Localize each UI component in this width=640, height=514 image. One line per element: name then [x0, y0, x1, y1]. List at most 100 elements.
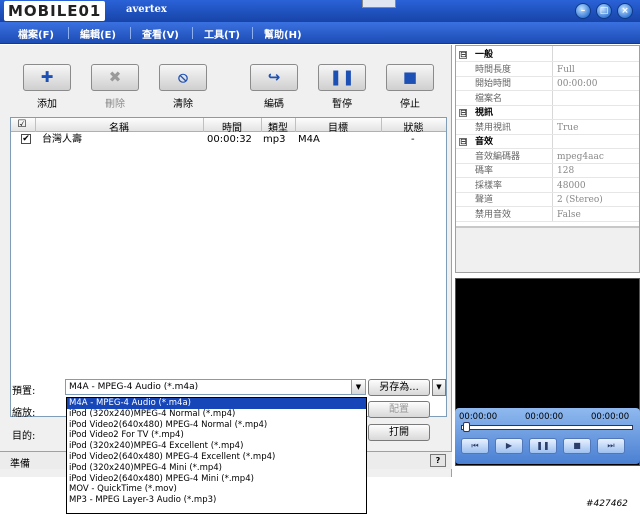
collapse-icon[interactable]: ⊟	[459, 109, 467, 117]
header-target[interactable]: 目標	[295, 119, 381, 134]
property-row[interactable]: 檔案名	[456, 92, 639, 106]
property-row[interactable]: 採樣率 48000	[456, 179, 639, 193]
pause-icon: ❚❚	[329, 68, 355, 86]
stop-label: 停止	[400, 99, 420, 110]
restore-icon[interactable]: □	[596, 3, 612, 19]
property-group[interactable]: ⊟ 音效	[456, 135, 639, 149]
dropdown-option[interactable]: MP3 - MPEG Layer-3 Audio (*.mp3)	[67, 495, 366, 506]
property-row[interactable]: 禁用視訊 True	[456, 121, 639, 135]
pause-icon[interactable]: ❚❚	[529, 438, 557, 454]
chevron-down-icon[interactable]: ▼	[351, 380, 365, 394]
file-list[interactable]: ☑ 名稱 時間 類型 目標 狀態 ✔ 台灣人壽 00:00:32 mp3 M4A…	[10, 117, 447, 417]
zoom-label: 縮放:	[12, 408, 36, 419]
help-icon[interactable]: ?	[430, 454, 446, 467]
dropdown-option[interactable]: M4A - MPEG-4 Audio (*.m4a)	[67, 398, 366, 409]
header-name[interactable]: 名稱	[35, 119, 203, 134]
header-check[interactable]: ☑	[15, 119, 29, 130]
property-value[interactable]: False	[557, 208, 581, 222]
dropdown-option[interactable]: iPod (320x240)MPEG-4 Normal (*.mp4)	[67, 409, 366, 420]
preset-label: 預置:	[12, 386, 36, 397]
clear-button[interactable]: ⦸	[159, 64, 207, 91]
clear-label: 清除	[173, 99, 193, 110]
properties-panel: ⊟ 一般時間長度 Full 開始時間 00:00:00 檔案名 ⊟ 視訊禁用視訊 True ⊟ 音效…	[455, 45, 640, 273]
property-row[interactable]: 聲道 2 (Stereo)	[456, 193, 639, 207]
property-value[interactable]: True	[557, 121, 578, 135]
row-type: mp3	[263, 134, 286, 145]
encode-label: 編碼	[264, 99, 284, 110]
property-row[interactable]: 時間長度 Full	[456, 63, 639, 77]
title-notch	[362, 0, 396, 8]
stop-icon: ■	[402, 68, 418, 86]
watermark: #427462	[586, 499, 628, 509]
stop-icon[interactable]: ■	[563, 438, 591, 454]
dropdown-option[interactable]: iPod Video2(640x480) MPEG-4 Mini (*.mp4)	[67, 474, 366, 485]
minimize-icon[interactable]: –	[575, 3, 591, 19]
header-type[interactable]: 類型	[261, 119, 295, 134]
dropdown-option[interactable]: MOV - QuickTime (*.mov)	[67, 484, 366, 495]
property-key: 檔案名	[475, 93, 503, 104]
property-value[interactable]: 48000	[557, 179, 586, 193]
collapse-icon[interactable]: ⊟	[459, 138, 467, 146]
table-row[interactable]: ✔ 台灣人壽 00:00:32 mp3 M4A -	[11, 133, 446, 146]
config-button[interactable]: 配置	[368, 401, 430, 418]
property-value[interactable]: Full	[557, 63, 575, 77]
dropdown-option[interactable]: iPod (320x240)MPEG-4 Mini (*.mp4)	[67, 463, 366, 474]
pause-label: 暫停	[332, 99, 352, 110]
time-start: 00:00:00	[459, 412, 498, 422]
property-key: 音效	[475, 137, 494, 147]
dropdown-option[interactable]: iPod (320x240)MPEG-4 Excellent (*.mp4)	[67, 441, 366, 452]
property-key: 視訊	[475, 108, 494, 118]
pause-button[interactable]: ❚❚	[318, 64, 366, 91]
property-key: 採樣率	[475, 180, 503, 191]
dropdown-option[interactable]: iPod Video2(640x480) MPEG-4 Excellent (*…	[67, 452, 366, 463]
property-key: 開始時間	[475, 79, 512, 89]
title-bar: MOBILE01 avertex – □ ×	[0, 0, 640, 22]
menu-view[interactable]: 查看(V)	[142, 26, 179, 41]
target-label: 目的:	[12, 431, 36, 442]
menu-tools[interactable]: 工具(T)	[204, 26, 240, 41]
property-key: 音效編碼器	[475, 151, 521, 162]
play-icon[interactable]: ▶	[495, 438, 523, 454]
close-icon[interactable]: ×	[617, 3, 633, 19]
dropdown-option[interactable]: iPod Video2 For TV (*.mp4)	[67, 430, 366, 441]
menu-separator	[68, 27, 69, 39]
previous-icon[interactable]: ⏮	[461, 438, 489, 454]
property-row[interactable]: 碼率 128	[456, 164, 639, 178]
encode-button[interactable]: ↪	[250, 64, 298, 91]
next-icon[interactable]: ⏭	[597, 438, 625, 454]
preset-select[interactable]: M4A - MPEG-4 Audio (*.m4a) ▼	[65, 379, 366, 395]
menu-help[interactable]: 幫助(H)	[264, 26, 302, 41]
add-button[interactable]: ✚	[23, 64, 71, 91]
preset-dropdown-list[interactable]: M4A - MPEG-4 Audio (*.m4a) iPod (320x240)…	[66, 397, 367, 514]
seek-track[interactable]	[461, 425, 633, 430]
property-value[interactable]: 00:00:00	[557, 77, 597, 91]
collapse-icon[interactable]: ⊟	[459, 51, 467, 59]
property-value[interactable]: 2 (Stereo)	[557, 193, 603, 207]
property-row[interactable]: 開始時間 00:00:00	[456, 77, 639, 91]
property-value[interactable]: 128	[557, 164, 574, 178]
plus-icon: ✚	[40, 68, 54, 86]
menu-bar: 檔案(F) 編輯(E) 查看(V) 工具(T) 幫助(H)	[0, 22, 640, 44]
open-button[interactable]: 打開	[368, 424, 430, 441]
chevron-down-icon[interactable]: ▼	[432, 379, 446, 396]
header-status[interactable]: 狀態	[381, 119, 446, 134]
property-group[interactable]: ⊟ 視訊	[456, 106, 639, 120]
dropdown-option[interactable]: iPod Video2(640x480) MPEG-4 Normal (*.mp…	[67, 420, 366, 431]
row-checkbox[interactable]: ✔	[21, 134, 31, 144]
seek-handle[interactable]	[463, 422, 470, 432]
property-value[interactable]: mpeg4aac	[557, 150, 604, 164]
menu-edit[interactable]: 編輯(E)	[80, 26, 116, 41]
preset-value: M4A - MPEG-4 Audio (*.m4a)	[69, 382, 199, 392]
property-key: 一般	[475, 50, 494, 60]
menu-file[interactable]: 檔案(F)	[18, 26, 54, 41]
property-row[interactable]: 音效編碼器 mpeg4aac	[456, 150, 639, 164]
save-as-button[interactable]: 另存為...	[368, 379, 430, 396]
property-group[interactable]: ⊟ 一般	[456, 48, 639, 62]
menu-separator	[192, 27, 193, 39]
delete-button[interactable]: ✖	[91, 64, 139, 91]
property-row[interactable]: 禁用音效 False	[456, 208, 639, 222]
stop-button[interactable]: ■	[386, 64, 434, 91]
logo: MOBILE01	[4, 1, 106, 21]
status-text: 準備	[10, 459, 30, 470]
header-time[interactable]: 時間	[203, 119, 261, 134]
